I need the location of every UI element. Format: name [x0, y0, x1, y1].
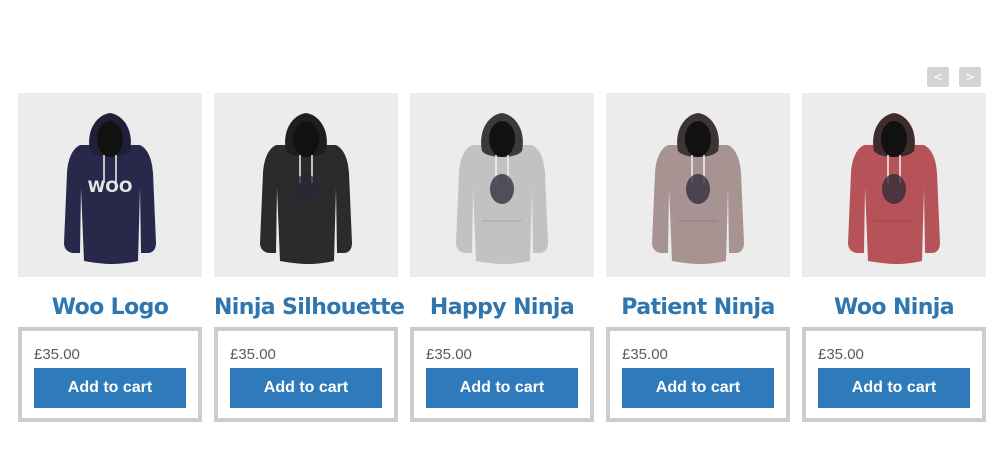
- add-to-cart-button[interactable]: Add to cart: [34, 368, 186, 408]
- hoodie-image: [848, 113, 940, 264]
- hoodie-image: [260, 113, 352, 264]
- product-card: Woo Ninja £35.00 Add to cart: [802, 93, 986, 422]
- product-card: WOO Woo Logo £35.00 Add to cart: [18, 93, 202, 422]
- hoodie-graphic-text: WOO: [88, 177, 133, 196]
- product-image[interactable]: [214, 93, 398, 277]
- add-to-cart-button[interactable]: Add to cart: [818, 368, 970, 408]
- product-purchase-box: £35.00 Add to cart: [18, 327, 202, 422]
- product-purchase-box: £35.00 Add to cart: [214, 327, 398, 422]
- product-image[interactable]: WOO: [18, 93, 202, 277]
- product-card: Happy Ninja £35.00 Add to cart: [410, 93, 594, 422]
- ninja-graphic: [490, 174, 514, 204]
- add-to-cart-button[interactable]: Add to cart: [426, 368, 578, 408]
- product-title[interactable]: Happy Ninja: [410, 293, 594, 323]
- product-image[interactable]: [606, 93, 790, 277]
- product-card: Ninja Silhouette £35.00 Add to cart: [214, 93, 405, 422]
- ninja-graphic: [294, 174, 318, 204]
- carousel-next-button[interactable]: >: [959, 67, 981, 87]
- hoodie-image: [652, 113, 744, 264]
- product-title[interactable]: Patient Ninja: [606, 293, 790, 323]
- product-card: Patient Ninja £35.00 Add to cart: [606, 93, 790, 422]
- hoodie-image: [456, 113, 548, 264]
- product-title[interactable]: Ninja Silhouette: [214, 293, 405, 323]
- product-purchase-box: £35.00 Add to cart: [410, 327, 594, 422]
- carousel-prev-button[interactable]: <: [927, 67, 949, 87]
- product-price: £35.00: [622, 346, 668, 363]
- product-image[interactable]: [410, 93, 594, 277]
- hoodie-image: WOO: [64, 113, 156, 264]
- product-purchase-box: £35.00 Add to cart: [606, 327, 790, 422]
- add-to-cart-button[interactable]: Add to cart: [230, 368, 382, 408]
- product-purchase-box: £35.00 Add to cart: [802, 327, 986, 422]
- product-image[interactable]: [802, 93, 986, 277]
- product-price: £35.00: [34, 346, 80, 363]
- product-price: £35.00: [426, 346, 472, 363]
- product-title[interactable]: Woo Ninja: [802, 293, 986, 323]
- add-to-cart-button[interactable]: Add to cart: [622, 368, 774, 408]
- ninja-graphic: [882, 174, 906, 204]
- product-title[interactable]: Woo Logo: [18, 293, 202, 323]
- product-price: £35.00: [230, 346, 276, 363]
- product-price: £35.00: [818, 346, 864, 363]
- ninja-graphic: [686, 174, 710, 204]
